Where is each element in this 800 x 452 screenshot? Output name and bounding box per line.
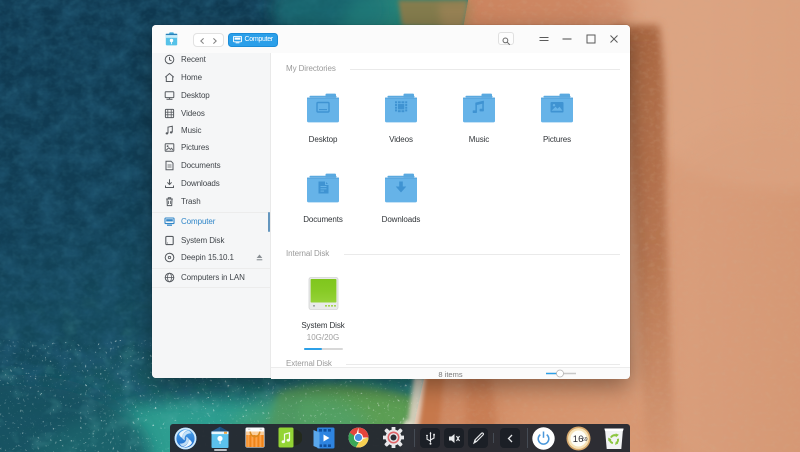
svg-text:59: 59: [582, 437, 588, 443]
